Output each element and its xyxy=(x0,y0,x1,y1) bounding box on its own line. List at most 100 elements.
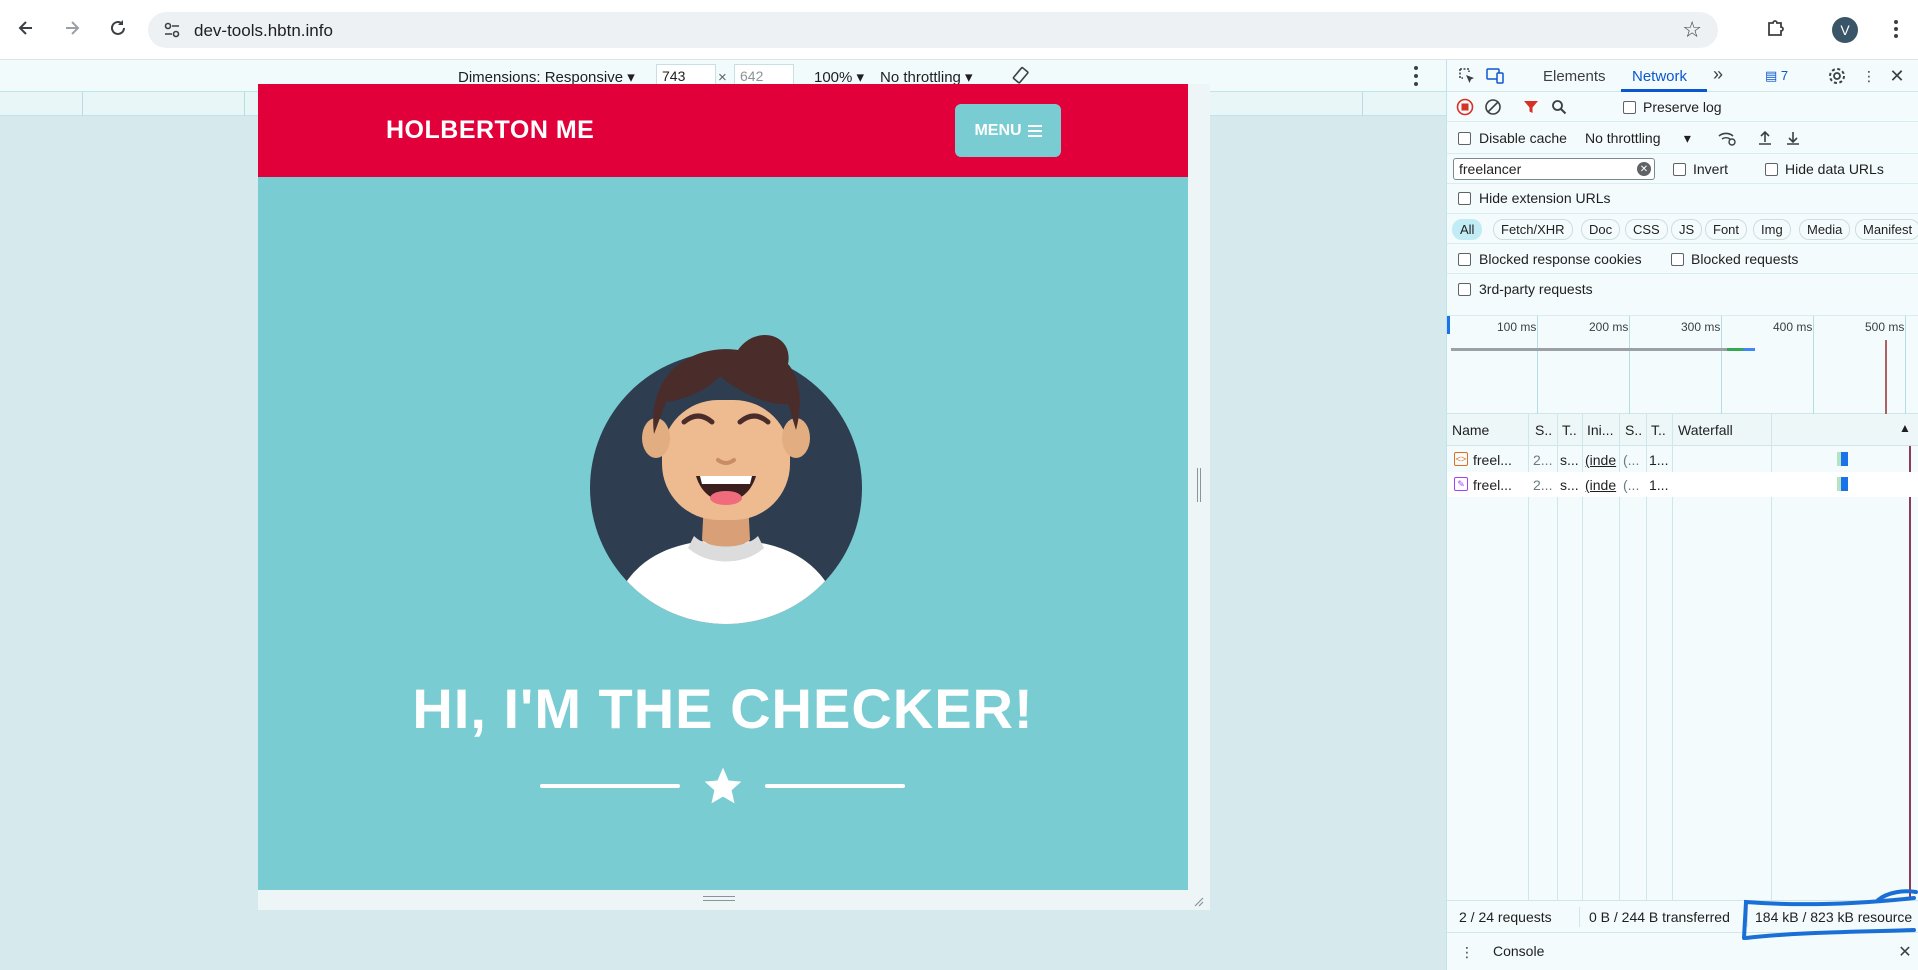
disable-cache-label: Disable cache xyxy=(1479,130,1567,146)
corner-resize-icon[interactable] xyxy=(1192,894,1204,907)
request-count: 2 / 24 requests xyxy=(1459,909,1552,925)
header-waterfall[interactable]: Waterfall xyxy=(1678,422,1733,438)
record-stop-icon[interactable] xyxy=(1455,97,1475,117)
forward-arrow-icon[interactable] xyxy=(58,14,86,42)
back-arrow-icon[interactable] xyxy=(12,14,40,42)
row-size: (... xyxy=(1623,452,1640,468)
blocked-requests-checkbox[interactable] xyxy=(1671,253,1684,266)
third-party-row: 3rd-party requests xyxy=(1447,274,1918,316)
invert-checkbox[interactable] xyxy=(1673,163,1686,176)
type-filter-manifest[interactable]: Manifest xyxy=(1855,219,1918,240)
preserve-log-label: Preserve log xyxy=(1643,99,1722,115)
type-filter-img[interactable]: Img xyxy=(1753,219,1791,240)
extensions-icon[interactable] xyxy=(1764,16,1788,40)
row-size: (... xyxy=(1623,477,1640,493)
hide-extension-urls-checkbox[interactable] xyxy=(1458,192,1471,205)
disable-cache-checkbox[interactable] xyxy=(1458,132,1471,145)
type-filter-css[interactable]: CSS xyxy=(1625,219,1668,240)
header-type[interactable]: T.. xyxy=(1562,422,1577,438)
waterfall-load-line xyxy=(1909,446,1911,900)
header-name[interactable]: Name xyxy=(1452,422,1489,438)
profile-avatar[interactable]: V xyxy=(1832,17,1858,43)
overview-tick-500: 500 ms xyxy=(1865,320,1905,334)
overview-tick-100: 100 ms xyxy=(1497,320,1537,334)
sort-ascending-icon[interactable]: ▲ xyxy=(1899,421,1911,435)
hide-data-urls-label: Hide data URLs xyxy=(1785,161,1884,177)
network-overview-timeline[interactable]: 100 ms 200 ms 300 ms 400 ms 500 ms xyxy=(1447,316,1918,414)
blocked-response-cookies-checkbox[interactable] xyxy=(1458,253,1471,266)
header-size[interactable]: S.. xyxy=(1625,422,1642,438)
viewport-resize-handle-bottom[interactable] xyxy=(258,890,1210,910)
site-brand[interactable]: HOLBERTON ME xyxy=(386,116,594,145)
tab-network[interactable]: Network xyxy=(1632,68,1687,85)
row-status: 2... xyxy=(1533,452,1553,468)
table-row[interactable]: <> freel... 2... s... (inde (... 1... xyxy=(1447,447,1918,472)
requests-table-header: Name S.. T.. Ini... S.. T.. Waterfall ▲ xyxy=(1447,414,1918,446)
close-drawer-icon[interactable]: ✕ xyxy=(1895,942,1915,962)
viewport-resize-handle-right[interactable] xyxy=(1188,84,1210,890)
header-time[interactable]: T.. xyxy=(1651,422,1666,438)
third-party-checkbox[interactable] xyxy=(1458,283,1471,296)
row-initiator[interactable]: (inde xyxy=(1585,452,1617,468)
avatar-initial: V xyxy=(1840,22,1850,38)
import-har-icon[interactable] xyxy=(1755,128,1775,148)
drawer-more-icon[interactable]: ⋮ xyxy=(1457,942,1477,962)
hero-title: HI, I'M THE CHECKER! xyxy=(412,677,1034,740)
type-filter-media[interactable]: Media xyxy=(1799,219,1851,240)
address-bar[interactable]: dev-tools.hbtn.info ☆ xyxy=(148,12,1718,48)
type-filter-all[interactable]: All xyxy=(1452,219,1483,240)
clear-filter-icon[interactable]: ✕ xyxy=(1637,162,1651,176)
settings-gear-icon[interactable] xyxy=(1827,66,1847,86)
more-vert-icon[interactable] xyxy=(1884,16,1908,42)
menu-button[interactable]: MENU xyxy=(955,104,1061,157)
inspect-element-icon[interactable] xyxy=(1457,66,1477,86)
overview-range-handle-left[interactable] xyxy=(1447,316,1450,334)
close-devtools-icon[interactable]: ✕ xyxy=(1887,66,1907,86)
device-more-icon[interactable] xyxy=(1414,66,1420,86)
hide-extension-urls-label: Hide extension URLs xyxy=(1479,190,1611,206)
type-filter-js[interactable]: JS xyxy=(1671,219,1703,240)
transferred-size: 0 B / 244 B transferred xyxy=(1589,909,1730,925)
bookmark-star-icon[interactable]: ☆ xyxy=(1682,17,1702,43)
clear-icon[interactable] xyxy=(1483,97,1503,117)
site-header: HOLBERTON ME MENU xyxy=(258,84,1188,177)
reload-icon[interactable] xyxy=(104,14,132,42)
type-filter-font[interactable]: Font xyxy=(1705,219,1748,240)
row-initiator[interactable]: (inde xyxy=(1585,477,1617,493)
network-throttling-select[interactable]: No throttling ▾ xyxy=(1585,130,1691,147)
more-tabs-chevron-icon[interactable]: » xyxy=(1713,64,1723,85)
site-settings-icon[interactable] xyxy=(162,20,182,40)
annotation-highlight-stroke xyxy=(1742,889,1918,940)
rotate-icon[interactable] xyxy=(1010,66,1030,86)
network-conditions-icon[interactable] xyxy=(1717,128,1737,148)
issues-badge[interactable]: ▤ 7 xyxy=(1765,68,1788,84)
filter-funnel-icon[interactable] xyxy=(1521,97,1541,117)
hamburger-icon xyxy=(1027,124,1042,137)
overview-tick-400: 400 ms xyxy=(1773,320,1813,334)
export-har-icon[interactable] xyxy=(1783,128,1803,148)
menu-label: MENU xyxy=(974,121,1022,139)
row-name: freel... xyxy=(1473,452,1512,468)
devtools-tabbar: Elements Network » ▤ 7 ⋮ ✕ xyxy=(1447,60,1918,92)
overview-bar-blue xyxy=(1743,348,1755,351)
header-initiator[interactable]: Ini... xyxy=(1587,422,1613,438)
drawer-tab-console[interactable]: Console xyxy=(1493,943,1544,959)
devtools-more-icon[interactable]: ⋮ xyxy=(1859,66,1879,86)
hide-extension-row: Hide extension URLs xyxy=(1447,184,1918,214)
search-icon[interactable] xyxy=(1549,97,1569,117)
star-icon xyxy=(701,764,745,808)
url-text[interactable]: dev-tools.hbtn.info xyxy=(194,21,333,41)
table-row[interactable]: ✎ freel... 2... s... (inde (... 1... xyxy=(1447,472,1918,497)
type-filter-doc[interactable]: Doc xyxy=(1581,219,1621,240)
divider-left xyxy=(540,784,680,788)
type-filter-fetch-xhr[interactable]: Fetch/XHR xyxy=(1493,219,1573,240)
overview-tick-200: 200 ms xyxy=(1589,320,1629,334)
hide-data-urls-checkbox[interactable] xyxy=(1765,163,1778,176)
header-status[interactable]: S.. xyxy=(1535,422,1552,438)
preserve-log-checkbox[interactable] xyxy=(1623,101,1636,114)
network-toolbar-1: Preserve log xyxy=(1447,92,1918,122)
device-toggle-icon[interactable] xyxy=(1485,66,1505,86)
filter-input[interactable]: freelancer xyxy=(1453,158,1655,180)
tab-elements[interactable]: Elements xyxy=(1543,68,1606,85)
row-time: 1... xyxy=(1649,477,1669,493)
